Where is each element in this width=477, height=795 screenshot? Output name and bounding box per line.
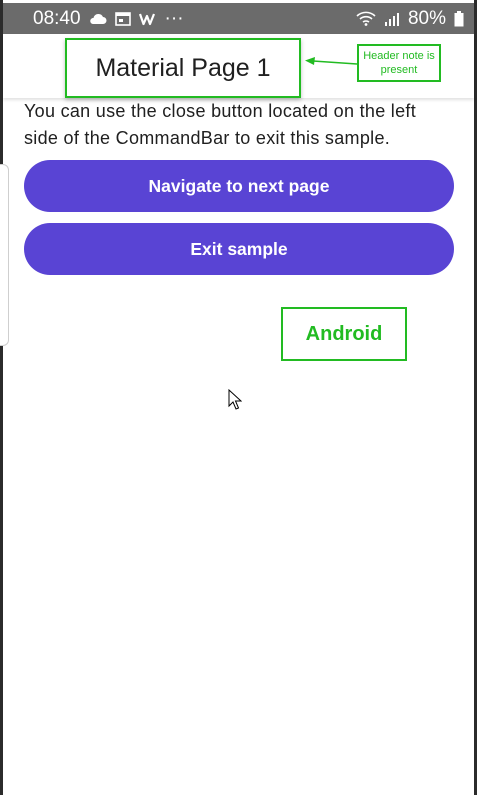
navigate-next-button[interactable]: Navigate to next page — [24, 160, 454, 212]
status-right: 80% — [356, 8, 464, 30]
page-title: Material Page 1 — [65, 38, 301, 98]
device-frame-left — [0, 0, 3, 795]
exit-sample-button[interactable]: Exit sample — [24, 223, 454, 275]
signal-icon — [384, 12, 400, 26]
calendar-icon — [114, 11, 131, 26]
wifi-icon — [356, 11, 376, 26]
platform-annotation: Android — [281, 307, 407, 361]
battery-percent: 80% — [407, 7, 446, 29]
description-text: You can use the close button located on … — [24, 101, 417, 148]
header-note-annotation: Header note is present — [357, 44, 441, 82]
status-time: 08:40 — [33, 7, 81, 29]
mouse-cursor-icon — [228, 389, 242, 410]
more-notifications-icon: ··· — [164, 7, 184, 29]
status-bar: 08:40 ··· 80% — [3, 3, 474, 34]
annotation-arrow — [305, 57, 358, 65]
status-left: 08:40 ··· — [33, 8, 184, 30]
cloud-icon — [89, 13, 107, 25]
battery-icon — [454, 10, 464, 27]
command-bar-header: Material Page 1 Header note is present — [3, 34, 474, 98]
w-app-icon — [138, 12, 157, 26]
drawer-handle[interactable] — [0, 164, 9, 346]
